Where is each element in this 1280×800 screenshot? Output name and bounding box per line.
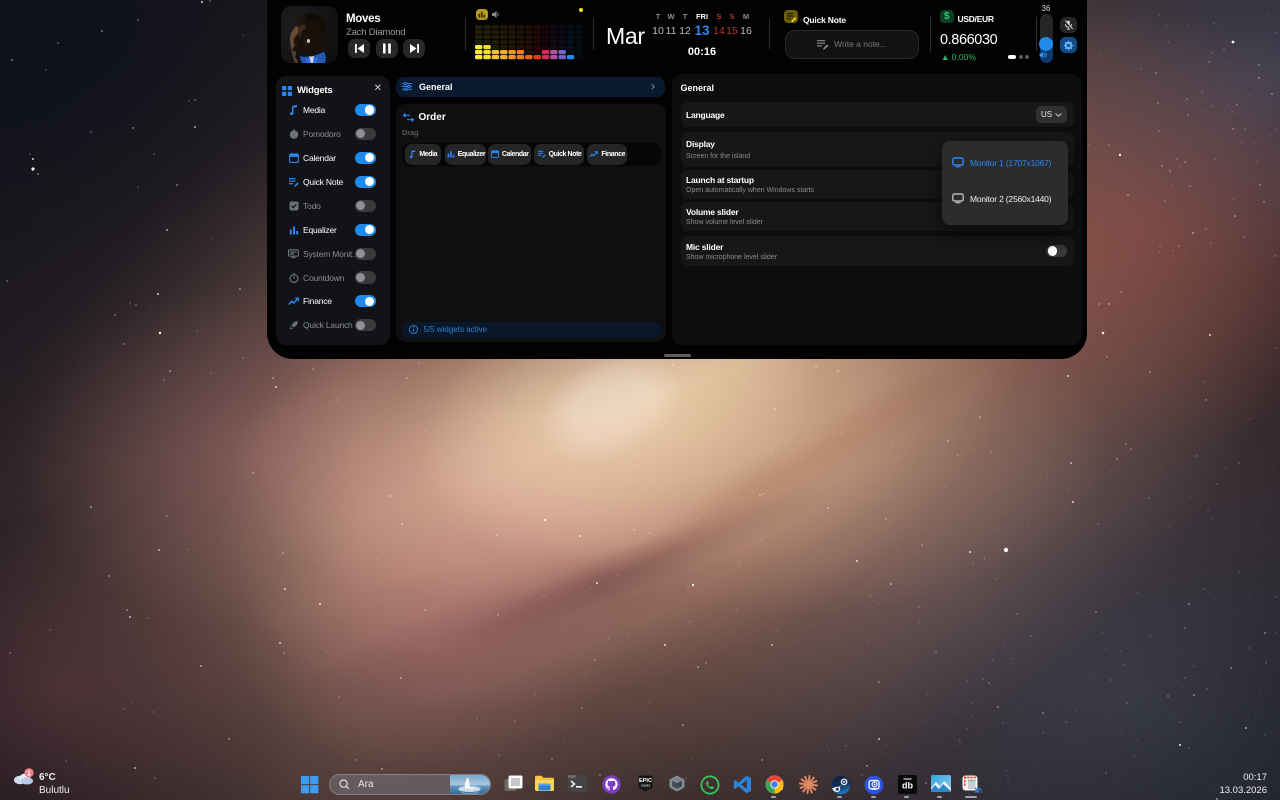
svg-text:EPIC: EPIC [638, 778, 651, 784]
svg-text:db: db [902, 780, 913, 790]
svg-text:GAMES: GAMES [640, 783, 650, 787]
svg-text:1: 1 [27, 770, 31, 777]
